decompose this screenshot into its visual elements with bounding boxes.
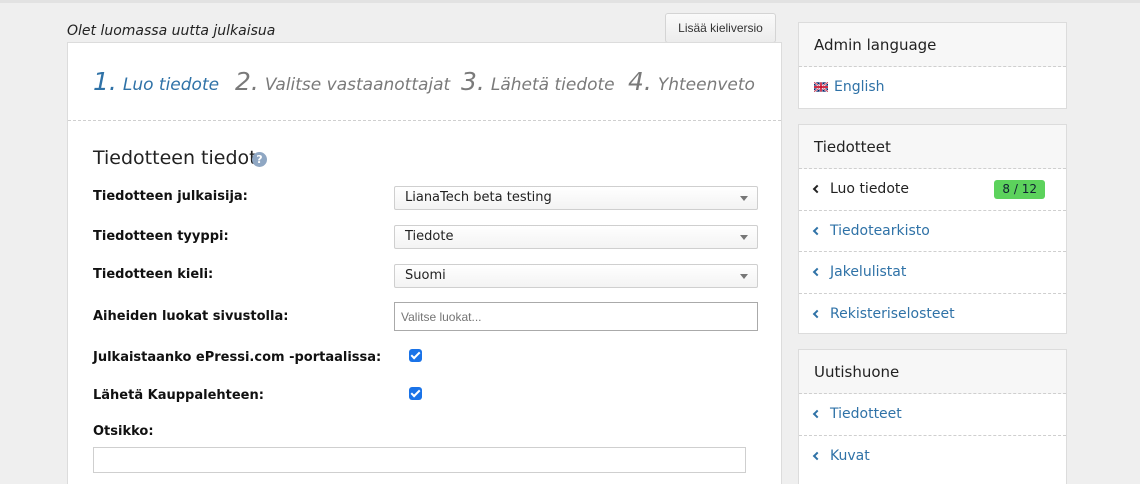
language-value: Suomi — [405, 268, 446, 283]
uutishuone-panel: Uutishuone Tiedotteet Kuvat — [798, 349, 1067, 484]
uk-flag-icon — [814, 82, 828, 92]
step-2[interactable]: 2. Valitse vastaanottajat — [235, 67, 450, 96]
step-number: 1. — [93, 67, 117, 96]
sidebar-item-luo-tiedote[interactable]: Luo tiedote 8 / 12 — [799, 169, 1066, 211]
step-4[interactable]: 4. Yhteenveto — [628, 67, 755, 96]
title-label: Otsikko: — [93, 424, 154, 439]
sidebar-item-tiedotearkisto[interactable]: Tiedotearkisto — [799, 211, 1066, 252]
tiedotteet-panel: Tiedotteet Luo tiedote 8 / 12 Tiedoteark… — [798, 124, 1067, 334]
sidebar-item-label: Tiedotteet — [830, 406, 902, 422]
panel-title: Tiedotteet — [799, 125, 1066, 169]
sidebar-item-kuvat[interactable]: Kuvat — [799, 436, 1066, 478]
epressi-label: Julkaistaanko ePressi.com -portaalissa: — [93, 350, 382, 365]
sidebar-item-label: Luo tiedote — [830, 181, 909, 197]
sidebar-item-rekisteriselosteet[interactable]: Rekisteriselosteet — [799, 294, 1066, 336]
help-icon[interactable]: ? — [252, 152, 267, 167]
panel-title: Uutishuone — [799, 350, 1066, 394]
step-1[interactable]: 1. Luo tiedote — [93, 67, 219, 96]
add-language-version-button[interactable]: Lisää kieliversio — [665, 13, 776, 43]
language-select[interactable]: Suomi — [394, 264, 758, 288]
sidebar-item-label: Kuvat — [830, 447, 870, 464]
sidebar-item-label: Tiedotearkisto — [830, 222, 930, 239]
step-number: 4. — [628, 67, 652, 96]
step-3[interactable]: 3. Lähetä tiedote — [461, 67, 615, 96]
sidebar-item-label: Rekisteriselosteet — [830, 305, 955, 322]
step-label: Luo tiedote — [122, 75, 220, 95]
progress-badge: 8 / 12 — [994, 180, 1045, 199]
admin-language-panel: Admin language English — [798, 22, 1067, 109]
type-value: Tiedote — [405, 229, 454, 244]
page-heading: Olet luomassa uutta julkaisua — [67, 23, 276, 39]
kauppalehti-label: Lähetä Kauppalehteen: — [93, 388, 264, 403]
title-input[interactable] — [93, 447, 746, 473]
step-label: Valitse vastaanottajat — [264, 75, 451, 95]
top-bar — [0, 0, 1140, 3]
chevron-left-icon — [812, 309, 822, 318]
kauppalehti-checkbox[interactable] — [409, 387, 422, 400]
sidebar-item-jakelulistat[interactable]: Jakelulistat — [799, 252, 1066, 294]
publisher-value: LianaTech beta testing — [405, 190, 552, 205]
wizard-steps: 1. Luo tiedote 2. Valitse vastaanottajat 3… — [68, 43, 781, 121]
chevron-left-icon — [812, 226, 822, 235]
admin-language-english[interactable]: English — [799, 67, 1066, 109]
sidebar-item-label: Jakelulistat — [830, 264, 907, 280]
language-label: Tiedotteen kieli: — [93, 267, 214, 282]
type-label: Tiedotteen tyyppi: — [93, 229, 229, 244]
categories-label: Aiheiden luokat sivustolla: — [93, 309, 289, 324]
type-select[interactable]: Tiedote — [394, 225, 758, 249]
language-label: English — [834, 79, 885, 95]
sidebar-item-tiedotteet[interactable]: Tiedotteet — [799, 394, 1066, 436]
step-number: 2. — [235, 67, 259, 96]
dropdown-arrow-icon — [740, 235, 748, 240]
epressi-checkbox[interactable] — [409, 349, 422, 362]
section-title: Tiedotteen tiedot — [93, 147, 257, 169]
chevron-left-icon — [812, 267, 822, 277]
categories-input[interactable] — [394, 302, 758, 331]
step-label: Lähetä tiedote — [490, 75, 615, 95]
chevron-left-icon — [812, 451, 822, 460]
panel-title: Admin language — [799, 23, 1066, 67]
chevron-left-icon — [812, 184, 822, 194]
main-panel: 1. Luo tiedote 2. Valitse vastaanottajat 3… — [67, 42, 782, 484]
publisher-label: Tiedotteen julkaisija: — [93, 189, 248, 204]
dropdown-arrow-icon — [740, 196, 748, 201]
dropdown-arrow-icon — [740, 274, 748, 279]
step-number: 3. — [461, 67, 485, 96]
chevron-left-icon — [812, 409, 822, 419]
publisher-select[interactable]: LianaTech beta testing — [394, 186, 758, 210]
step-label: Yhteenveto — [657, 75, 755, 95]
